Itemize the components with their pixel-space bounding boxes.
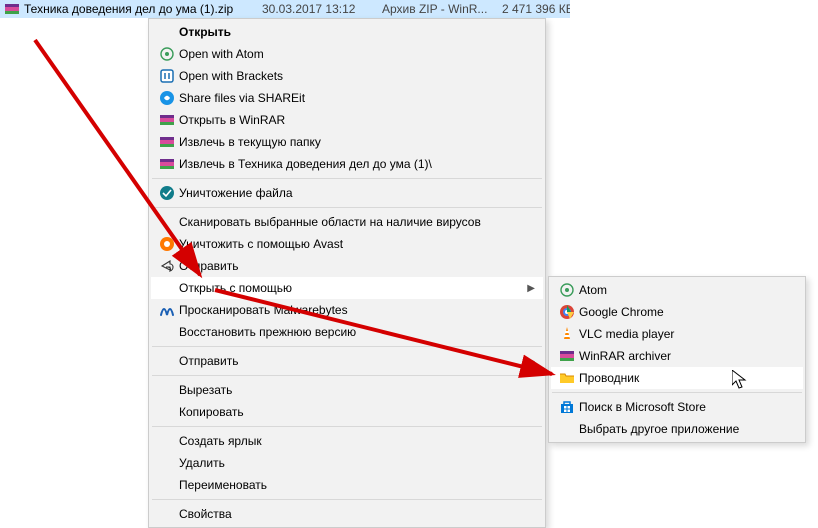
separator <box>152 346 542 347</box>
separator <box>152 426 542 427</box>
context-menu: Открыть Open with Atom Open with Bracket… <box>148 18 546 528</box>
brackets-icon <box>155 68 179 84</box>
file-row[interactable]: Техника доведения дел до ума (1).zip 30.… <box>0 0 570 18</box>
menu-rename[interactable]: Переименовать <box>151 474 543 496</box>
cursor-icon <box>732 370 748 390</box>
separator <box>552 392 802 393</box>
chevron-right-icon: ▶ <box>525 283 535 294</box>
menu-open[interactable]: Открыть <box>151 21 543 43</box>
chevron-right-icon: ▶ <box>525 356 535 367</box>
destroy-icon <box>155 185 179 201</box>
separator <box>152 178 542 179</box>
atom-icon <box>555 282 579 298</box>
menu-open-atom[interactable]: Open with Atom <box>151 43 543 65</box>
separator <box>152 207 542 208</box>
winrar-icon <box>155 156 179 172</box>
menu-open-winrar[interactable]: Открыть в WinRAR <box>151 109 543 131</box>
file-type: Архив ZIP - WinR... <box>378 2 498 16</box>
submenu-vlc[interactable]: VLC media player <box>551 323 803 345</box>
menu-cut[interactable]: Вырезать <box>151 379 543 401</box>
open-with-submenu: Atom Google Chrome VLC media player WinR… <box>548 276 806 443</box>
menu-shortcut[interactable]: Создать ярлык <box>151 430 543 452</box>
submenu-atom[interactable]: Atom <box>551 279 803 301</box>
submenu-winrar[interactable]: WinRAR archiver <box>551 345 803 367</box>
avast-icon <box>155 236 179 252</box>
menu-shareit[interactable]: Share files via SHAREit <box>151 87 543 109</box>
menu-extract-to[interactable]: Извлечь в Техника доведения дел до ума (… <box>151 153 543 175</box>
malwarebytes-icon <box>155 302 179 318</box>
winrar-icon <box>155 112 179 128</box>
share-icon <box>155 258 179 274</box>
file-size: 2 471 396 КБ <box>498 2 570 16</box>
menu-scan-virus[interactable]: Сканировать выбранные области на наличие… <box>151 211 543 233</box>
shareit-icon <box>155 90 179 106</box>
folder-icon <box>555 370 579 386</box>
menu-avast-destroy[interactable]: Уничтожить с помощью Avast <box>151 233 543 255</box>
separator <box>152 375 542 376</box>
menu-restore-prev[interactable]: Восстановить прежнюю версию <box>151 321 543 343</box>
submenu-choose[interactable]: Выбрать другое приложение <box>551 418 803 440</box>
file-name: Техника доведения дел до ума (1).zip <box>24 2 233 16</box>
menu-malwarebytes[interactable]: Просканировать Malwarebytes <box>151 299 543 321</box>
menu-copy[interactable]: Копировать <box>151 401 543 423</box>
chrome-icon <box>555 304 579 320</box>
vlc-icon <box>555 326 579 342</box>
menu-properties[interactable]: Свойства <box>151 503 543 525</box>
submenu-store[interactable]: Поиск в Microsoft Store <box>551 396 803 418</box>
submenu-chrome[interactable]: Google Chrome <box>551 301 803 323</box>
store-icon <box>555 399 579 415</box>
menu-open-with[interactable]: Открыть с помощью▶ <box>151 277 543 299</box>
menu-share[interactable]: Отправить <box>151 255 543 277</box>
winrar-icon <box>155 134 179 150</box>
winrar-icon <box>555 348 579 364</box>
atom-icon <box>155 46 179 62</box>
separator <box>152 499 542 500</box>
file-date: 30.03.2017 13:12 <box>258 2 378 16</box>
submenu-explorer[interactable]: Проводник <box>551 367 803 389</box>
winrar-icon <box>4 1 20 17</box>
menu-delete[interactable]: Удалить <box>151 452 543 474</box>
menu-extract-here[interactable]: Извлечь в текущую папку <box>151 131 543 153</box>
menu-send-to[interactable]: Отправить▶ <box>151 350 543 372</box>
menu-destroy-file[interactable]: Уничтожение файла <box>151 182 543 204</box>
menu-open-brackets[interactable]: Open with Brackets <box>151 65 543 87</box>
